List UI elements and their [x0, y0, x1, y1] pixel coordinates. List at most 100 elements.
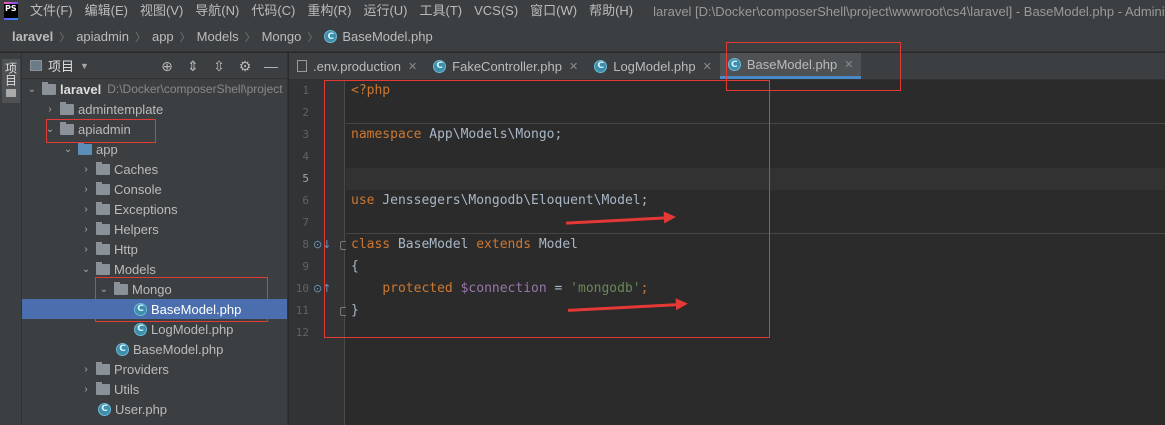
- tab-basemodel[interactable]: C BaseModel.php ✕: [719, 53, 862, 79]
- chevron-down-icon[interactable]: ▼: [80, 61, 89, 71]
- tree-item-caches[interactable]: › Caches: [22, 159, 287, 179]
- editor-tab-bar: .env.production ✕ C FakeController.php ✕…: [289, 53, 1165, 80]
- chevron-right-icon[interactable]: ›: [80, 204, 92, 215]
- chevron-right-icon[interactable]: ›: [80, 244, 92, 255]
- gear-icon[interactable]: ⚙: [237, 58, 253, 74]
- tab-label: .env.production: [313, 58, 401, 74]
- tab-env-production[interactable]: .env.production ✕: [289, 53, 425, 79]
- implemented-down-icon[interactable]: ⊙↓: [313, 238, 331, 251]
- tree-item-laravel[interactable]: ⌄ laravel D:\Docker\composerShell\projec…: [22, 79, 287, 99]
- php-class-icon: C: [727, 58, 741, 71]
- chevron-down-icon[interactable]: ⌄: [80, 264, 92, 275]
- menu-navigate[interactable]: 导航(N): [189, 0, 245, 22]
- collapse-all-icon[interactable]: ⇳: [211, 58, 227, 74]
- chevron-right-icon[interactable]: ›: [80, 224, 92, 235]
- code-editor[interactable]: <?php namespace App\Models\Mongo; use Je…: [346, 80, 1165, 425]
- tree-item-user[interactable]: C User.php: [22, 399, 287, 419]
- tree-item-label: BaseModel.php: [133, 341, 224, 357]
- tree-item-helpers[interactable]: › Helpers: [22, 219, 287, 239]
- folder-icon: [96, 181, 110, 195]
- tree-item-logmodel[interactable]: C LogModel.php: [22, 319, 287, 339]
- menu-help[interactable]: 帮助(H): [583, 0, 639, 22]
- php-class-icon: C: [116, 342, 129, 356]
- tree-item-path: D:\Docker\composerShell\project: [107, 82, 283, 96]
- breadcrumb-item-laravel[interactable]: laravel: [12, 29, 53, 44]
- project-tree: ⌄ laravel D:\Docker\composerShell\projec…: [22, 79, 287, 419]
- tree-item-label: Utils: [114, 381, 140, 397]
- tab-fakecontroller[interactable]: C FakeController.php ✕: [425, 53, 586, 79]
- override-up-icon[interactable]: ⊙↑: [313, 282, 331, 295]
- close-icon[interactable]: ✕: [703, 60, 712, 73]
- project-view-icon: [30, 60, 42, 71]
- tree-item-models-basemodel[interactable]: C BaseModel.php: [22, 339, 287, 359]
- project-tool-button[interactable]: 项目: [2, 59, 20, 103]
- chevron-right-icon[interactable]: ›: [44, 104, 56, 115]
- tree-item-label: Providers: [114, 361, 169, 377]
- php-class-icon: C: [594, 59, 608, 73]
- tree-item-models[interactable]: ⌄ Models: [22, 259, 287, 279]
- chevron-down-icon[interactable]: ⌄: [62, 144, 74, 155]
- breadcrumb-item-models[interactable]: Models: [197, 29, 239, 44]
- tab-logmodel[interactable]: C LogModel.php ✕: [586, 53, 720, 79]
- close-icon[interactable]: ✕: [844, 58, 853, 71]
- project-panel: 项目 ▼ ⊕ ⇕ ⇳ ⚙ — ⌄ laravel D:\Docker\compo…: [22, 53, 288, 425]
- chevron-down-icon[interactable]: ⌄: [44, 124, 56, 135]
- tree-item-label: LogModel.php: [151, 321, 234, 337]
- tree-item-exceptions[interactable]: › Exceptions: [22, 199, 287, 219]
- expand-all-icon[interactable]: ⇕: [185, 58, 201, 74]
- menu-run[interactable]: 运行(U): [357, 0, 413, 22]
- minimize-icon[interactable]: —: [263, 58, 279, 74]
- tab-label: FakeController.php: [452, 58, 562, 74]
- tree-item-app[interactable]: ⌄ app: [22, 139, 287, 159]
- close-icon[interactable]: ✕: [408, 60, 417, 73]
- chevron-right-icon: 〉: [134, 31, 146, 44]
- project-panel-title[interactable]: 项目: [48, 56, 74, 75]
- tree-item-label: apiadmin: [78, 121, 131, 137]
- phpstorm-logo-icon: PS: [4, 2, 18, 20]
- current-line-highlight: [346, 168, 1165, 190]
- code-line-1: <?php: [351, 83, 391, 98]
- menu-edit[interactable]: 编辑(E): [79, 0, 134, 22]
- tree-item-mongo-basemodel[interactable]: C BaseModel.php: [22, 299, 287, 319]
- menu-refactor[interactable]: 重构(R): [301, 0, 357, 22]
- menu-vcs[interactable]: VCS(S): [468, 0, 524, 22]
- chevron-right-icon[interactable]: ›: [80, 164, 92, 175]
- line-number: 3: [302, 128, 309, 141]
- folder-icon: [96, 381, 110, 395]
- chevron-right-icon: 〉: [244, 31, 256, 44]
- php-class-icon: C: [134, 302, 147, 316]
- menu-window[interactable]: 窗口(W): [524, 0, 583, 22]
- window-title: laravel [D:\Docker\composerShell\project…: [653, 3, 1165, 19]
- chevron-right-icon[interactable]: ›: [80, 364, 92, 375]
- close-icon[interactable]: ✕: [569, 60, 578, 73]
- chevron-down-icon[interactable]: ⌄: [26, 84, 38, 95]
- line-number: 6: [302, 194, 309, 207]
- tree-item-console[interactable]: › Console: [22, 179, 287, 199]
- code-line-6: use Jenssegers\Mongodb\Eloquent\Model;: [351, 193, 649, 208]
- locate-target-icon[interactable]: ⊕: [159, 58, 175, 74]
- chevron-right-icon[interactable]: ›: [80, 184, 92, 195]
- tree-item-providers[interactable]: › Providers: [22, 359, 287, 379]
- php-class-icon: C: [433, 59, 447, 73]
- folder-icon: [6, 89, 16, 97]
- breadcrumb-item-basemodel[interactable]: BaseModel.php: [342, 29, 432, 44]
- menu-code[interactable]: 代码(C): [245, 0, 301, 22]
- file-icon: [297, 60, 307, 72]
- line-number: 10: [295, 282, 309, 295]
- tree-item-apiadmin[interactable]: ⌄ apiadmin: [22, 119, 287, 139]
- chevron-down-icon[interactable]: ⌄: [98, 284, 110, 295]
- breadcrumb-item-app[interactable]: app: [152, 29, 174, 44]
- menu-file[interactable]: 文件(F): [24, 0, 79, 22]
- tab-label: BaseModel.php: [746, 57, 838, 72]
- php-class-icon: C: [134, 322, 147, 336]
- tree-item-utils[interactable]: › Utils: [22, 379, 287, 399]
- breadcrumb-item-apiadmin[interactable]: apiadmin: [76, 29, 129, 44]
- menu-view[interactable]: 视图(V): [134, 0, 189, 22]
- tree-item-http[interactable]: › Http: [22, 239, 287, 259]
- tree-item-mongo[interactable]: ⌄ Mongo: [22, 279, 287, 299]
- breadcrumb-item-mongo[interactable]: Mongo: [262, 29, 302, 44]
- tree-item-label: laravel: [60, 81, 102, 97]
- chevron-right-icon[interactable]: ›: [80, 384, 92, 395]
- tree-item-admintemplate[interactable]: › admintemplate: [22, 99, 287, 119]
- menu-tools[interactable]: 工具(T): [413, 0, 468, 22]
